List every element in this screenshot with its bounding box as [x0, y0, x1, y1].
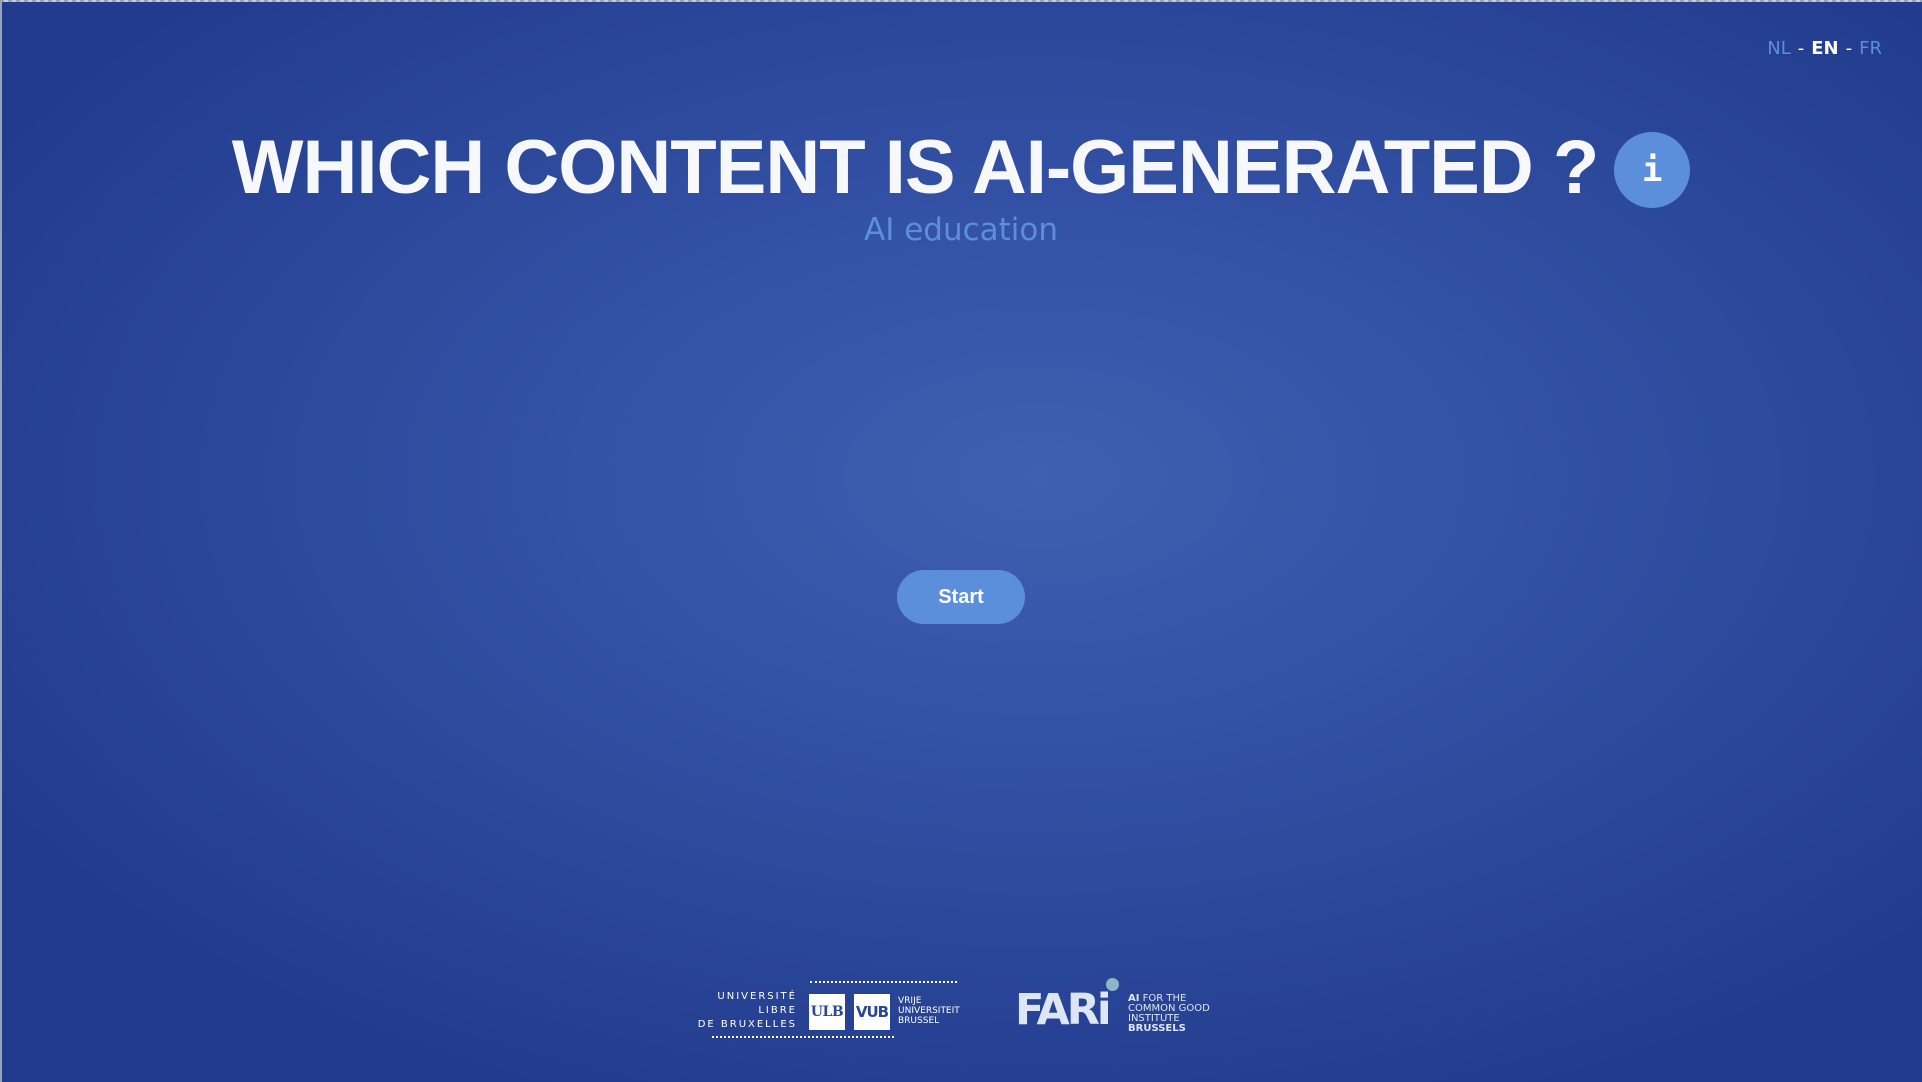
- lang-separator: -: [1797, 38, 1805, 59]
- logo-dotted-line: [810, 981, 957, 983]
- page-title: WHICH CONTENT IS AI-GENERATED ?: [231, 125, 1600, 210]
- language-switcher: NL - EN - FR: [1767, 38, 1882, 59]
- fari-wordmark: FARi: [1015, 985, 1112, 1035]
- ulb-name-line: UNIVERSITÉ: [717, 991, 797, 1002]
- vub-name-line: UNIVERSITEIT: [898, 1006, 960, 1016]
- ulb-name-line: LIBRE: [758, 1005, 797, 1016]
- lang-separator: -: [1845, 38, 1853, 59]
- top-border: [0, 0, 1922, 2]
- page-subtitle: AI education: [863, 212, 1059, 248]
- info-button[interactable]: i: [1614, 132, 1691, 208]
- info-icon: i: [1642, 150, 1663, 190]
- logo-dotted-line: [712, 1036, 894, 1038]
- fari-tagline: AI FOR THE COMMON GOOD INSTITUTE BRUSSEL…: [1128, 994, 1210, 1034]
- lang-fr-link[interactable]: FR: [1859, 38, 1882, 59]
- fari-logo: FARi AI FOR THE COMMON GOOD INSTITUTE BR…: [1015, 976, 1210, 1036]
- vub-box: VUB: [854, 994, 890, 1030]
- ulb-vub-logo: UNIVERSITÉ LIBRE DE BRUXELLES ULB VUB VR…: [698, 978, 960, 1042]
- fari-tagline-line: BRUSSELS: [1128, 1024, 1210, 1034]
- ulb-name: UNIVERSITÉ LIBRE DE BRUXELLES: [698, 990, 797, 1032]
- start-button[interactable]: Start: [897, 570, 1025, 624]
- ulb-box: ULB: [809, 994, 845, 1030]
- fari-dot-icon: [1106, 978, 1119, 991]
- lang-en-link[interactable]: EN: [1811, 38, 1838, 59]
- title-row: WHICH CONTENT IS AI-GENERATED ? i: [0, 128, 1922, 208]
- vub-name: VRIJE UNIVERSITEIT BRUSSEL: [898, 996, 960, 1026]
- vub-name-line: BRUSSEL: [898, 1016, 940, 1026]
- lang-nl-link[interactable]: NL: [1767, 38, 1791, 59]
- fari-tagline-city: BRUSSELS: [1128, 1023, 1186, 1034]
- ulb-name-line: DE BRUXELLES: [697, 1019, 797, 1030]
- vub-name-line: VRIJE: [898, 996, 922, 1006]
